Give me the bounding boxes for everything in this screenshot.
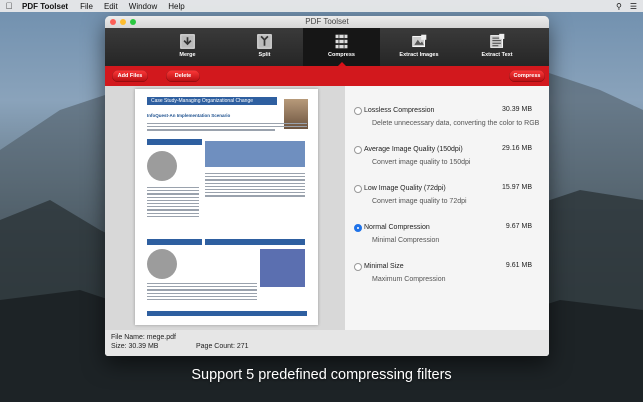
tab-compress[interactable]: Compress [303,28,380,66]
pdf-page-thumbnail: Case Study-Managing Organizational Chang… [135,89,318,325]
option-minimal-size[interactable]: Minimal Size 9.61 MB Maximum Compression [354,261,542,291]
tab-merge-label: Merge [179,52,196,58]
spotlight-search-icon[interactable]: ⚲ [616,2,622,11]
doc-section-heading [147,239,202,245]
compression-options-panel: Lossless Compression 30.39 MB Delete unn… [345,86,549,330]
tab-extract-images-label: Extract Images [399,52,439,58]
menu-help[interactable]: Help [168,2,184,11]
option-lossless[interactable]: Lossless Compression 30.39 MB Delete unn… [354,105,542,135]
option-normal-compression[interactable]: Normal Compression 9.67 MB Minimal Compr… [354,222,542,252]
apple-menu-icon[interactable]:  [0,1,18,11]
action-bar: Add Files Delete Compress [105,66,549,86]
option-size: 9.61 MB [505,262,532,269]
option-name: Minimal Size [364,263,404,270]
option-size: 15.97 MB [502,184,532,191]
doc-text-block [147,283,257,302]
doc-callout-circle [147,151,177,181]
tab-extract-text[interactable]: Extract Text [458,28,536,66]
split-icon [257,34,272,49]
menu-app-name[interactable]: PDF Toolset [22,2,68,11]
app-window: PDF Toolset Merge Split Compress Extract… [105,16,549,356]
option-description: Convert image quality to 72dpi [372,198,467,205]
pdf-preview-pane[interactable]: Case Study-Managing Organizational Chang… [105,86,345,330]
tab-extract-text-label: Extract Text [481,52,513,58]
option-description: Delete unnecessary data, converting the … [372,120,540,127]
window-title: PDF Toolset [305,17,349,26]
compress-button[interactable]: Compress [509,70,545,82]
doc-callout-circle [147,249,177,279]
doc-text-block [147,187,199,219]
doc-text-block [205,173,305,199]
radio-low-quality[interactable] [354,185,362,193]
page-count-label: Page Count: 271 [196,343,249,350]
doc-section-heading [205,239,305,245]
main-content: Case Study-Managing Organizational Chang… [105,86,549,356]
title-bar: PDF Toolset [105,16,549,28]
doc-diagram [205,141,305,167]
close-window-button[interactable] [110,19,116,25]
menu-edit[interactable]: Edit [104,2,118,11]
file-size-label: Size: 30.39 MB [111,343,159,350]
promo-caption: Support 5 predefined compressing filters [191,367,452,383]
doc-footer-bar [147,311,307,316]
status-bar: File Name: mege.pdf Size: 30.39 MB Page … [105,330,549,356]
tab-split-label: Split [258,52,271,58]
doc-section-heading [147,139,202,145]
option-size: 30.39 MB [502,106,532,113]
menu-bar:  PDF Toolset File Edit Window Help ⚲ ☰ [0,0,643,12]
option-description: Convert image quality to 150dpi [372,159,471,166]
file-name-label: File Name: mege.pdf [111,334,176,341]
tab-split[interactable]: Split [226,28,303,66]
option-name: Normal Compression [364,224,430,231]
notification-center-icon[interactable]: ☰ [630,2,637,11]
option-name: Average Image Quality (150dpi) [364,146,463,153]
doc-screenshot-image [260,249,305,287]
doc-text-block [147,123,307,133]
compress-icon [335,34,348,49]
option-name: Lossless Compression [364,107,435,114]
radio-normal-compression[interactable] [354,224,362,232]
radio-lossless[interactable] [354,107,362,115]
tab-merge[interactable]: Merge [149,28,226,66]
doc-title: Case Study-Managing Organizational Chang… [147,97,277,105]
minimize-window-button[interactable] [120,19,126,25]
option-name: Low Image Quality (72dpi) [364,185,446,192]
option-average-quality[interactable]: Average Image Quality (150dpi) 29.16 MB … [354,144,542,174]
option-description: Minimal Compression [372,237,440,244]
option-description: Maximum Compression [372,276,446,283]
option-low-quality[interactable]: Low Image Quality (72dpi) 15.97 MB Conve… [354,183,542,213]
option-size: 9.67 MB [505,223,532,230]
option-size: 29.16 MB [502,145,532,152]
toolbar: Merge Split Compress Extract Images Extr… [105,28,549,66]
radio-minimal-size[interactable] [354,263,362,271]
radio-average-quality[interactable] [354,146,362,154]
tab-compress-label: Compress [328,52,355,58]
zoom-window-button[interactable] [130,19,136,25]
doc-subtitle: InfoQuest-An Implementation Scenario [147,113,231,118]
extract-images-icon [411,34,426,48]
delete-button[interactable]: Delete [166,70,200,82]
extract-text-icon [489,33,504,48]
menu-window[interactable]: Window [129,2,157,11]
add-files-button[interactable]: Add Files [112,70,148,82]
tab-extract-images[interactable]: Extract Images [380,28,458,66]
merge-icon [180,34,195,49]
menu-file[interactable]: File [80,2,93,11]
